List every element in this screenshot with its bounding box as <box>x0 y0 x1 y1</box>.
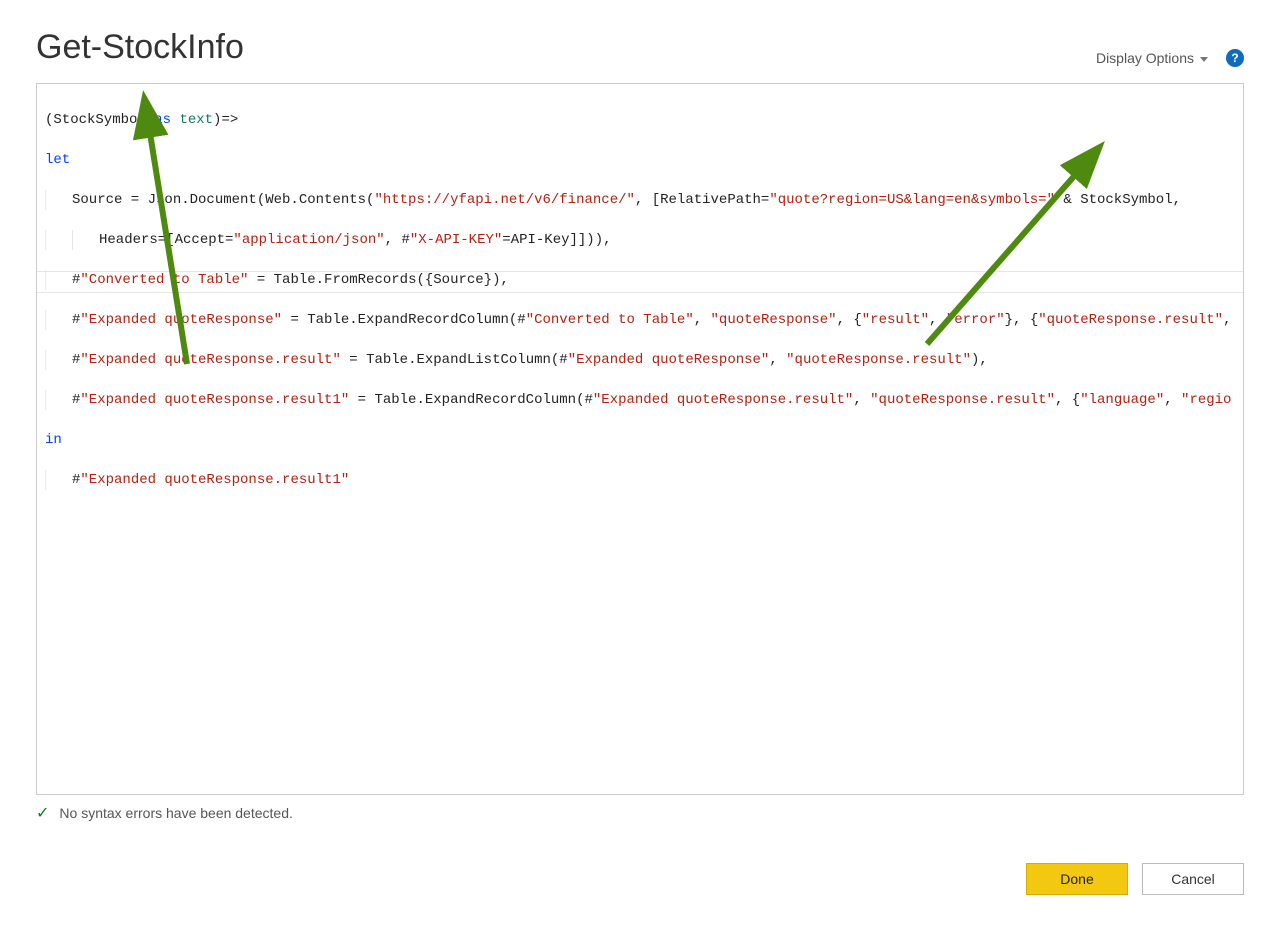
page-title: Get-StockInfo <box>36 28 244 67</box>
header-row: Get-StockInfo Display Options ? <box>36 28 1244 67</box>
code-content: (StockSymbol as text)=> let Source = Jso… <box>37 84 1243 536</box>
page-root: Get-StockInfo Display Options ? (StockSy… <box>0 0 1280 927</box>
footer-buttons: Done Cancel <box>1026 863 1244 895</box>
done-button[interactable]: Done <box>1026 863 1128 895</box>
check-icon: ✓ <box>36 803 49 823</box>
status-message: No syntax errors have been detected. <box>59 805 292 821</box>
display-options-label: Display Options <box>1096 50 1194 66</box>
status-row: ✓ No syntax errors have been detected. <box>36 803 1244 823</box>
display-options-dropdown[interactable]: Display Options <box>1096 50 1208 66</box>
help-icon[interactable]: ? <box>1226 49 1244 67</box>
chevron-down-icon <box>1200 57 1208 62</box>
code-editor[interactable]: (StockSymbol as text)=> let Source = Jso… <box>36 83 1244 795</box>
cancel-button[interactable]: Cancel <box>1142 863 1244 895</box>
header-right: Display Options ? <box>1096 49 1244 67</box>
